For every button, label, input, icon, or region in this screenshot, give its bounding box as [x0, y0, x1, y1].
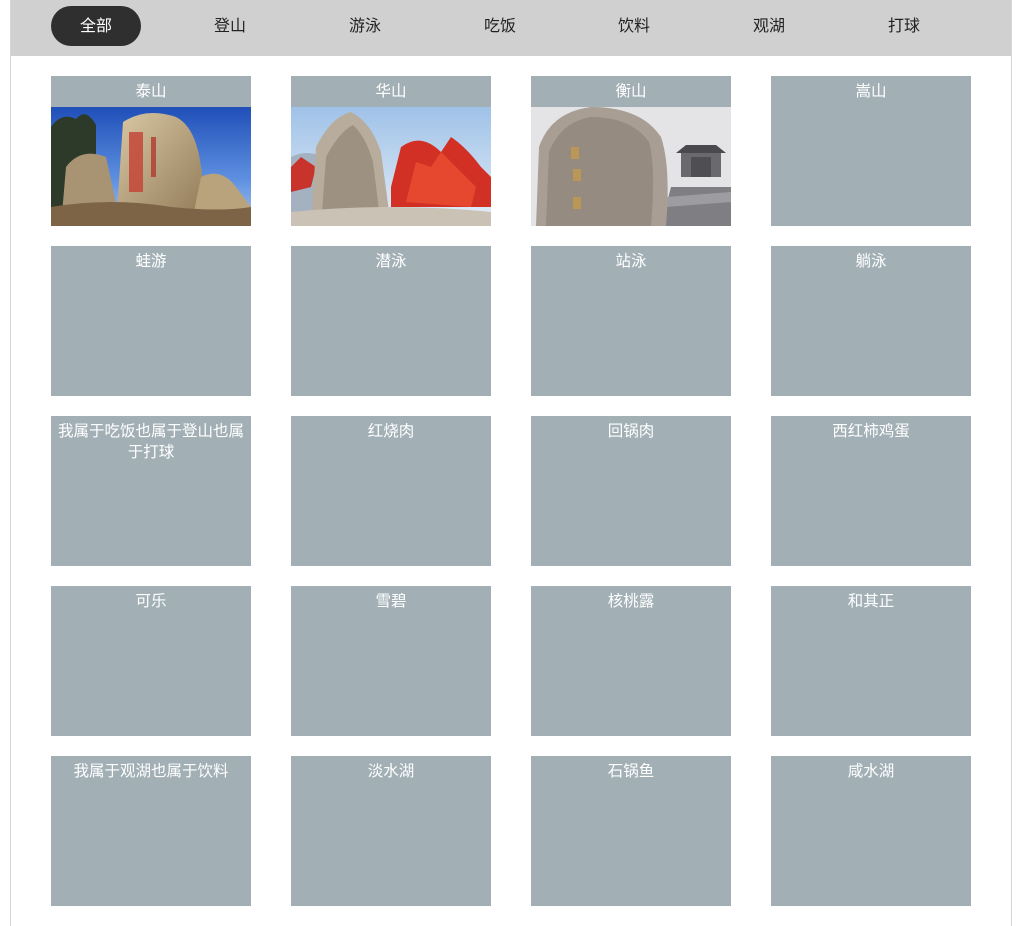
card-heqizheng[interactable]: 和其正 — [771, 586, 971, 736]
hengshan-photo — [531, 107, 731, 226]
card-multi-lake-drink[interactable]: 我属于观湖也属于饮料 — [51, 756, 251, 906]
card-title: 西红柿鸡蛋 — [832, 422, 910, 440]
card-backfloat[interactable]: 躺泳 — [771, 246, 971, 396]
card-title: 石锅鱼 — [607, 762, 655, 780]
card-stone-pot-fish[interactable]: 石锅鱼 — [531, 756, 731, 906]
tab-all[interactable]: 全部 — [51, 6, 141, 46]
card-cola[interactable]: 可乐 — [51, 586, 251, 736]
card-freshwater-lake[interactable]: 淡水湖 — [291, 756, 491, 906]
card-title: 红烧肉 — [367, 422, 415, 440]
card-title: 蛙游 — [135, 252, 167, 270]
card-huashan[interactable]: 华山 — [291, 76, 491, 226]
card-songshan[interactable]: 嵩山 — [771, 76, 971, 226]
page-frame: 全部 登山 游泳 吃饭 饮料 观湖 打球 泰山 华山 衡山 嵩山 蛙游 潜泳 站… — [10, 0, 1012, 926]
card-title: 我属于吃饭也属于登山也属于打球 — [57, 422, 244, 461]
card-title: 核桃露 — [607, 592, 655, 610]
tab-ball-games[interactable]: 打球 — [859, 6, 949, 46]
tab-swimming[interactable]: 游泳 — [320, 6, 410, 46]
card-hengshan[interactable]: 衡山 — [531, 76, 731, 226]
card-title: 衡山 — [615, 82, 647, 100]
card-title: 泰山 — [135, 82, 167, 100]
card-title: 雪碧 — [375, 592, 407, 610]
taishan-photo — [51, 107, 251, 226]
card-standing-swim[interactable]: 站泳 — [531, 246, 731, 396]
card-tomato-egg[interactable]: 西红柿鸡蛋 — [771, 416, 971, 566]
card-title: 我属于观湖也属于饮料 — [73, 762, 229, 780]
card-walnut-milk[interactable]: 核桃露 — [531, 586, 731, 736]
card-braised-pork[interactable]: 红烧肉 — [291, 416, 491, 566]
card-title: 躺泳 — [855, 252, 887, 270]
card-title: 回锅肉 — [607, 422, 655, 440]
card-taishan[interactable]: 泰山 — [51, 76, 251, 226]
card-sprite[interactable]: 雪碧 — [291, 586, 491, 736]
card-title: 华山 — [375, 82, 407, 100]
tab-lake-view[interactable]: 观湖 — [724, 6, 814, 46]
card-title: 嵩山 — [855, 82, 887, 100]
tab-climbing[interactable]: 登山 — [185, 6, 275, 46]
card-diving[interactable]: 潜泳 — [291, 246, 491, 396]
card-title: 和其正 — [847, 592, 895, 610]
card-title: 咸水湖 — [847, 762, 895, 780]
card-breaststroke[interactable]: 蛙游 — [51, 246, 251, 396]
tab-drinks[interactable]: 饮料 — [589, 6, 679, 46]
card-multi-eat-climb-ball[interactable]: 我属于吃饭也属于登山也属于打球 — [51, 416, 251, 566]
card-title: 淡水湖 — [367, 762, 415, 780]
card-title: 可乐 — [135, 592, 167, 610]
card-twice-cooked-pork[interactable]: 回锅肉 — [531, 416, 731, 566]
card-title: 站泳 — [615, 252, 647, 270]
category-tab-bar: 全部 登山 游泳 吃饭 饮料 观湖 打球 — [11, 0, 1011, 56]
card-saltwater-lake[interactable]: 咸水湖 — [771, 756, 971, 906]
card-title: 潜泳 — [375, 252, 407, 270]
tab-eating[interactable]: 吃饭 — [455, 6, 545, 46]
huashan-photo — [291, 107, 491, 226]
